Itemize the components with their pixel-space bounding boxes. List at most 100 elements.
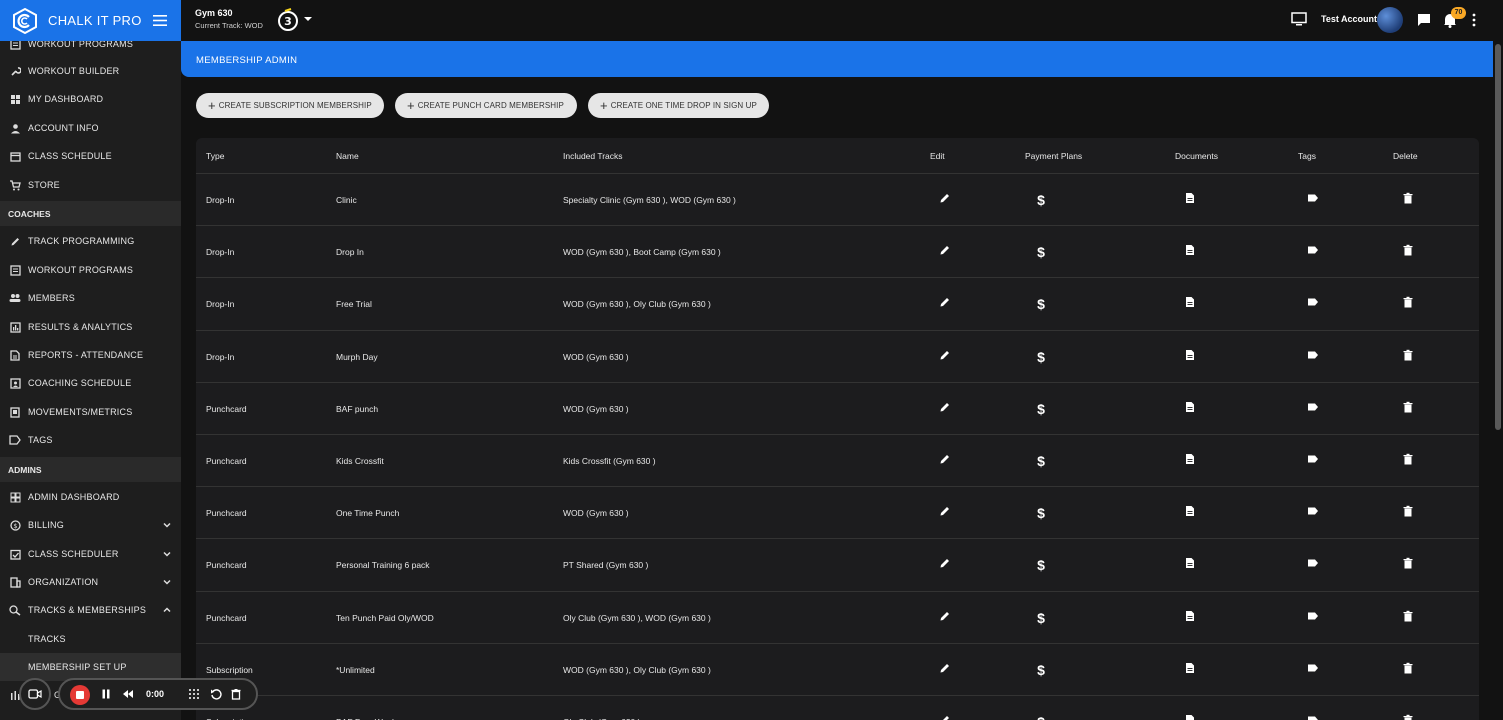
plus-icon: + xyxy=(407,98,415,113)
edit-button[interactable] xyxy=(938,611,952,625)
sidebar-item-class-scheduler[interactable]: CLASS SCHEDULER xyxy=(0,540,181,568)
hamburger-icon xyxy=(153,15,167,26)
sidebar-item-label: REPORTS - ATTENDANCE xyxy=(28,350,144,360)
create-drop-in-button[interactable]: + CREATE ONE TIME DROP IN SIGN UP xyxy=(588,93,769,118)
dashboard-icon xyxy=(8,92,22,106)
scrollbar-thumb[interactable] xyxy=(1495,44,1501,430)
sidebar-item-tags[interactable]: TAGS xyxy=(0,426,181,454)
payment-plans-button[interactable]: $ xyxy=(1034,349,1048,365)
sidebar-item-members[interactable]: MEMBERS xyxy=(0,284,181,312)
restart-icon[interactable] xyxy=(210,688,222,700)
documents-button[interactable] xyxy=(1183,715,1197,720)
sidebar-item-workout-programs[interactable]: WORKOUT PROGRAMS xyxy=(0,256,181,284)
payment-plans-button[interactable]: $ xyxy=(1034,662,1048,678)
documents-button[interactable] xyxy=(1183,245,1197,259)
rewind-icon[interactable] xyxy=(122,688,134,700)
delete-button[interactable] xyxy=(1401,244,1415,259)
sidebar-item-store[interactable]: STORE xyxy=(0,171,181,199)
gym-name[interactable]: Gym 630 xyxy=(195,8,233,18)
payment-plans-button[interactable]: $ xyxy=(1034,557,1048,573)
documents-button[interactable] xyxy=(1183,349,1197,364)
tags-button[interactable] xyxy=(1306,506,1320,520)
sidebar-item-billing[interactable]: $ BILLING xyxy=(0,511,181,539)
delete-button[interactable] xyxy=(1401,401,1415,416)
documents-button[interactable] xyxy=(1183,610,1197,625)
delete-button[interactable] xyxy=(1401,662,1415,677)
documents-button[interactable] xyxy=(1183,454,1197,468)
edit-button[interactable] xyxy=(938,193,952,207)
gym-dropdown-caret-icon[interactable] xyxy=(303,15,313,23)
documents-button[interactable] xyxy=(1183,193,1197,207)
sidebar-item-tracks-memberships[interactable]: TRACKS & MEMBERSHIPS xyxy=(0,596,181,624)
documents-button[interactable] xyxy=(1183,401,1197,416)
recorder-camera-button[interactable] xyxy=(19,678,51,710)
delete-button[interactable] xyxy=(1401,505,1415,520)
sidebar-item-workout-builder[interactable]: WORKOUT BUILDER xyxy=(0,57,181,85)
payment-plans-button[interactable]: $ xyxy=(1034,244,1048,260)
delete-button[interactable] xyxy=(1401,453,1415,468)
sidebar-item-my-dashboard[interactable]: MY DASHBOARD xyxy=(0,85,181,113)
sidebar-item-track-programming[interactable]: TRACK PROGRAMMING xyxy=(0,227,181,255)
sidebar-item-results-analytics[interactable]: RESULTS & ANALYTICS xyxy=(0,313,181,341)
monitor-icon[interactable] xyxy=(1291,12,1307,26)
tags-button[interactable] xyxy=(1306,193,1320,207)
tags-button[interactable] xyxy=(1306,663,1320,677)
documents-button[interactable] xyxy=(1183,662,1197,677)
pause-icon[interactable] xyxy=(100,688,112,700)
sidebar-item-account-info[interactable]: ACCOUNT INFO xyxy=(0,114,181,142)
sidebar-item-admin-dashboard[interactable]: ADMIN DASHBOARD xyxy=(0,483,181,511)
trash-icon[interactable] xyxy=(230,688,242,700)
tags-button[interactable] xyxy=(1306,715,1320,720)
avatar[interactable] xyxy=(1377,7,1403,33)
tags-button[interactable] xyxy=(1306,297,1320,311)
payment-plans-button[interactable]: $ xyxy=(1034,610,1048,626)
chat-icon[interactable] xyxy=(1417,13,1431,27)
tags-button[interactable] xyxy=(1306,245,1320,259)
tags-button[interactable] xyxy=(1306,611,1320,625)
payment-plans-button[interactable]: $ xyxy=(1034,714,1048,720)
payment-plans-button[interactable]: $ xyxy=(1034,401,1048,417)
edit-button[interactable] xyxy=(938,454,952,468)
more-vert-icon[interactable] xyxy=(1471,13,1477,27)
menu-toggle-button[interactable] xyxy=(143,6,177,36)
create-subscription-button[interactable]: + CREATE SUBSCRIPTION MEMBERSHIP xyxy=(196,93,384,118)
edit-button[interactable] xyxy=(938,297,952,311)
delete-button[interactable] xyxy=(1401,558,1415,572)
delete-button[interactable] xyxy=(1401,297,1415,311)
sidebar-item-reports-attendance[interactable]: REPORTS - ATTENDANCE xyxy=(0,341,181,369)
documents-button[interactable] xyxy=(1183,558,1197,572)
edit-button[interactable] xyxy=(938,245,952,259)
edit-button[interactable] xyxy=(938,663,952,677)
tags-button[interactable] xyxy=(1306,350,1320,364)
tags-button[interactable] xyxy=(1306,402,1320,416)
sidebar-item-tracks[interactable]: TRACKS xyxy=(0,625,181,653)
payment-plans-button[interactable]: $ xyxy=(1034,505,1048,521)
payment-plans-button[interactable]: $ xyxy=(1034,453,1048,469)
edit-button[interactable] xyxy=(938,715,952,720)
sidebar-item-class-schedule[interactable]: CLASS SCHEDULE xyxy=(0,142,181,170)
delete-button[interactable] xyxy=(1401,349,1415,364)
account-name[interactable]: Test Account xyxy=(1321,14,1377,24)
sidebar-item-workout-programs-top[interactable]: WORKOUT PROGRAMS xyxy=(0,41,181,58)
tags-button[interactable] xyxy=(1306,558,1320,572)
recorder-stop-button[interactable] xyxy=(70,685,90,705)
sidebar-item-organization[interactable]: ORGANIZATION xyxy=(0,568,181,596)
delete-button[interactable] xyxy=(1401,192,1415,207)
delete-button[interactable] xyxy=(1401,610,1415,625)
payment-plans-button[interactable]: $ xyxy=(1034,192,1048,208)
sidebar-item-movements-metrics[interactable]: MOVEMENTS/METRICS xyxy=(0,398,181,426)
edit-button[interactable] xyxy=(938,558,952,572)
grid-dots-icon[interactable] xyxy=(188,688,200,700)
documents-button[interactable] xyxy=(1183,297,1197,311)
edit-button[interactable] xyxy=(938,350,952,364)
payment-plans-button[interactable]: $ xyxy=(1034,296,1048,312)
delete-button[interactable] xyxy=(1401,714,1415,720)
documents-button[interactable] xyxy=(1183,506,1197,520)
edit-button[interactable] xyxy=(938,402,952,416)
create-punch-card-button[interactable]: + CREATE PUNCH CARD MEMBERSHIP xyxy=(395,93,577,118)
sidebar-item-coaching-schedule[interactable]: COACHING SCHEDULE xyxy=(0,369,181,397)
edit-button[interactable] xyxy=(938,506,952,520)
tags-button[interactable] xyxy=(1306,454,1320,468)
sidebar-item-membership-set-up[interactable]: MEMBERSHIP SET UP xyxy=(0,653,181,681)
cell-included-tracks: WOD (Gym 630 ), Oly Club (Gym 630 ) xyxy=(563,664,711,675)
